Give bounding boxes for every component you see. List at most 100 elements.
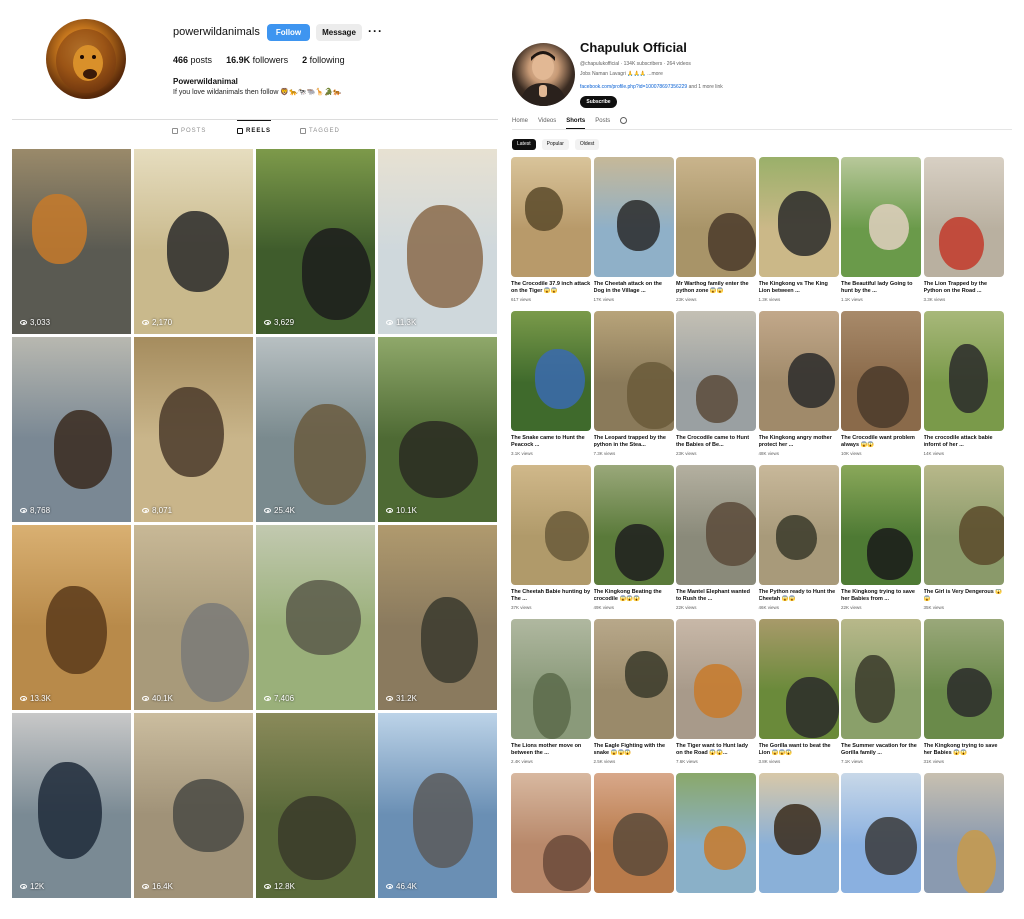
short-card[interactable]: The Kingkong trying to save her Babies 😱… [923, 619, 1004, 769]
following-count[interactable]: 2 following [302, 55, 345, 65]
short-thumbnail[interactable] [758, 773, 839, 893]
short-card[interactable]: The Kingkong trying to save her Babies f… [841, 465, 921, 615]
reel-tile[interactable]: 10.1K [378, 337, 497, 522]
reel-tile[interactable]: 8,071 [134, 337, 253, 522]
short-card[interactable] [511, 773, 591, 919]
reel-tile[interactable]: 16.4K [134, 713, 253, 898]
short-title[interactable]: The Cheetah attack on the Dog in the Vil… [594, 281, 674, 295]
short-thumbnail[interactable] [923, 773, 1004, 893]
tab-posts[interactable]: Posts [595, 118, 610, 129]
short-card[interactable]: The Python ready to Hunt the Cheetah 😱😱 4… [758, 465, 839, 615]
short-card[interactable]: The Cheetah attack on the Dog in the Vil… [593, 157, 674, 307]
short-title[interactable]: The Crocodile 37.9 inch attack on the Ti… [511, 281, 591, 295]
short-card[interactable]: The Crocodile 37.9 inch attack on the Ti… [511, 157, 591, 307]
short-title[interactable]: The Kingkong angry mother protect her ..… [759, 435, 839, 449]
short-title[interactable]: The Kingkong Beating the crocodile 😱😱😱 [594, 589, 674, 603]
short-card[interactable]: The Kingkong angry mother protect her ..… [758, 311, 839, 461]
short-thumbnail[interactable] [676, 619, 756, 739]
short-thumbnail[interactable] [758, 311, 839, 431]
short-title[interactable]: The Tiger want to Hunt lady on the Road … [676, 743, 756, 757]
short-title[interactable]: The Lion Trapped by the Python on the Ro… [924, 281, 1004, 295]
short-thumbnail[interactable] [593, 619, 674, 739]
short-card[interactable]: The Eagle Fighting with the snake 😱😱😱 2.5… [593, 619, 674, 769]
tab-home[interactable]: Home [512, 118, 528, 129]
reel-tile[interactable]: 25.4K [256, 337, 375, 522]
short-thumbnail[interactable] [511, 311, 591, 431]
short-card[interactable] [676, 773, 756, 919]
reel-tile[interactable]: 3,033 [12, 149, 131, 334]
tab-reels[interactable]: REELS [237, 120, 272, 134]
reel-tile[interactable]: 3,629 [256, 149, 375, 334]
tab-posts[interactable]: POSTS [172, 128, 206, 134]
short-thumbnail[interactable] [593, 157, 674, 277]
short-title[interactable]: The Leopard trapped by the python in the… [594, 435, 674, 449]
reel-tile[interactable]: 31.2K [378, 525, 497, 710]
reel-tile[interactable]: 12K [12, 713, 131, 898]
short-thumbnail[interactable] [841, 773, 921, 893]
reel-tile[interactable]: 12.8K [256, 713, 375, 898]
short-title[interactable] [841, 897, 921, 911]
short-card[interactable]: The Kingkong Beating the crocodile 😱😱😱 49… [593, 465, 674, 615]
short-thumbnail[interactable] [511, 465, 591, 585]
subscribe-button[interactable]: Subscribe [580, 96, 617, 108]
tab-shorts[interactable]: Shorts [566, 118, 586, 129]
short-title[interactable]: The Crocodile want problem always 😱😱 [841, 435, 921, 449]
short-card[interactable]: The Snake came to Hunt the Peacock ... 3.… [511, 311, 591, 461]
short-title[interactable] [676, 897, 756, 911]
short-thumbnail[interactable] [841, 619, 921, 739]
short-title[interactable] [594, 897, 674, 911]
short-title[interactable]: The Kingkong trying to save her Babies 😱… [924, 743, 1004, 757]
short-thumbnail[interactable] [511, 619, 591, 739]
short-title[interactable]: The Kingkong trying to save her Babies f… [841, 589, 921, 603]
short-card[interactable]: The Beautiful lady Going to hunt by the … [841, 157, 921, 307]
more-options-icon[interactable]: ··· [368, 24, 383, 38]
short-thumbnail[interactable] [923, 311, 1004, 431]
short-title[interactable]: The Snake came to Hunt the Peacock ... [511, 435, 591, 449]
short-title[interactable]: The Gorilla want to beat the Lion 😱😱😱 [759, 743, 839, 757]
short-title[interactable]: The Girl is Very Dengerous 😱😱 [924, 589, 1004, 603]
short-card[interactable]: The Kingkong vs The King Lion between ..… [758, 157, 839, 307]
short-thumbnail[interactable] [758, 619, 839, 739]
reel-tile[interactable]: 11.3K [378, 149, 497, 334]
followers-count[interactable]: 16.9K followers [226, 55, 288, 65]
short-thumbnail[interactable] [511, 773, 591, 893]
short-thumbnail[interactable] [511, 157, 591, 277]
reel-tile[interactable]: 46.4K [378, 713, 497, 898]
short-thumbnail[interactable] [676, 465, 756, 585]
chip-latest[interactable]: Latest [512, 139, 536, 150]
profile-avatar[interactable] [46, 19, 126, 99]
short-title[interactable]: The Beautiful lady Going to hunt by the … [841, 281, 921, 295]
short-card[interactable]: The crocodile attack babie infornt of he… [923, 311, 1004, 461]
reel-tile[interactable]: 2,170 [134, 149, 253, 334]
short-card[interactable]: Mr Warthog family enter the python zone … [676, 157, 756, 307]
short-card[interactable] [593, 773, 674, 919]
short-card[interactable]: The Crocodile came to Hunt the Babies of… [676, 311, 756, 461]
channel-avatar[interactable] [512, 43, 575, 106]
search-icon[interactable] [620, 117, 628, 124]
chip-popular[interactable]: Popular [541, 139, 569, 150]
short-thumbnail[interactable] [841, 311, 921, 431]
short-title[interactable]: The Lions mother move on between the ... [511, 743, 591, 757]
short-card[interactable]: The Lion Trapped by the Python on the Ro… [923, 157, 1004, 307]
short-card[interactable]: The Lions mother move on between the ...… [511, 619, 591, 769]
short-thumbnail[interactable] [841, 465, 921, 585]
short-thumbnail[interactable] [593, 773, 674, 893]
chip-oldest[interactable]: Oldest [574, 139, 600, 150]
reel-tile[interactable]: 7,406 [256, 525, 375, 710]
short-title[interactable] [759, 897, 839, 911]
short-thumbnail[interactable] [593, 465, 674, 585]
short-card[interactable]: The Leopard trapped by the python in the… [593, 311, 674, 461]
channel-link[interactable]: facebook.com/profile.php?id=100078697356… [580, 84, 723, 90]
reel-tile[interactable]: 40.1K [134, 525, 253, 710]
short-thumbnail[interactable] [923, 619, 1004, 739]
short-thumbnail[interactable] [923, 465, 1004, 585]
channel-description[interactable]: Jobs Naman Lavagri 🙏🙏🙏 ...more [580, 71, 663, 77]
short-card[interactable]: The Summer vacation for the Gorilla fami… [841, 619, 921, 769]
short-thumbnail[interactable] [923, 157, 1004, 277]
short-thumbnail[interactable] [593, 311, 674, 431]
tab-tagged[interactable]: TAGGED [300, 128, 340, 134]
message-button[interactable]: Message [316, 24, 362, 41]
short-card[interactable] [758, 773, 839, 919]
short-card[interactable]: The Cheetah Babie hunting by The ... 37K … [511, 465, 591, 615]
short-title[interactable]: Mr Warthog family enter the python zone … [676, 281, 756, 295]
